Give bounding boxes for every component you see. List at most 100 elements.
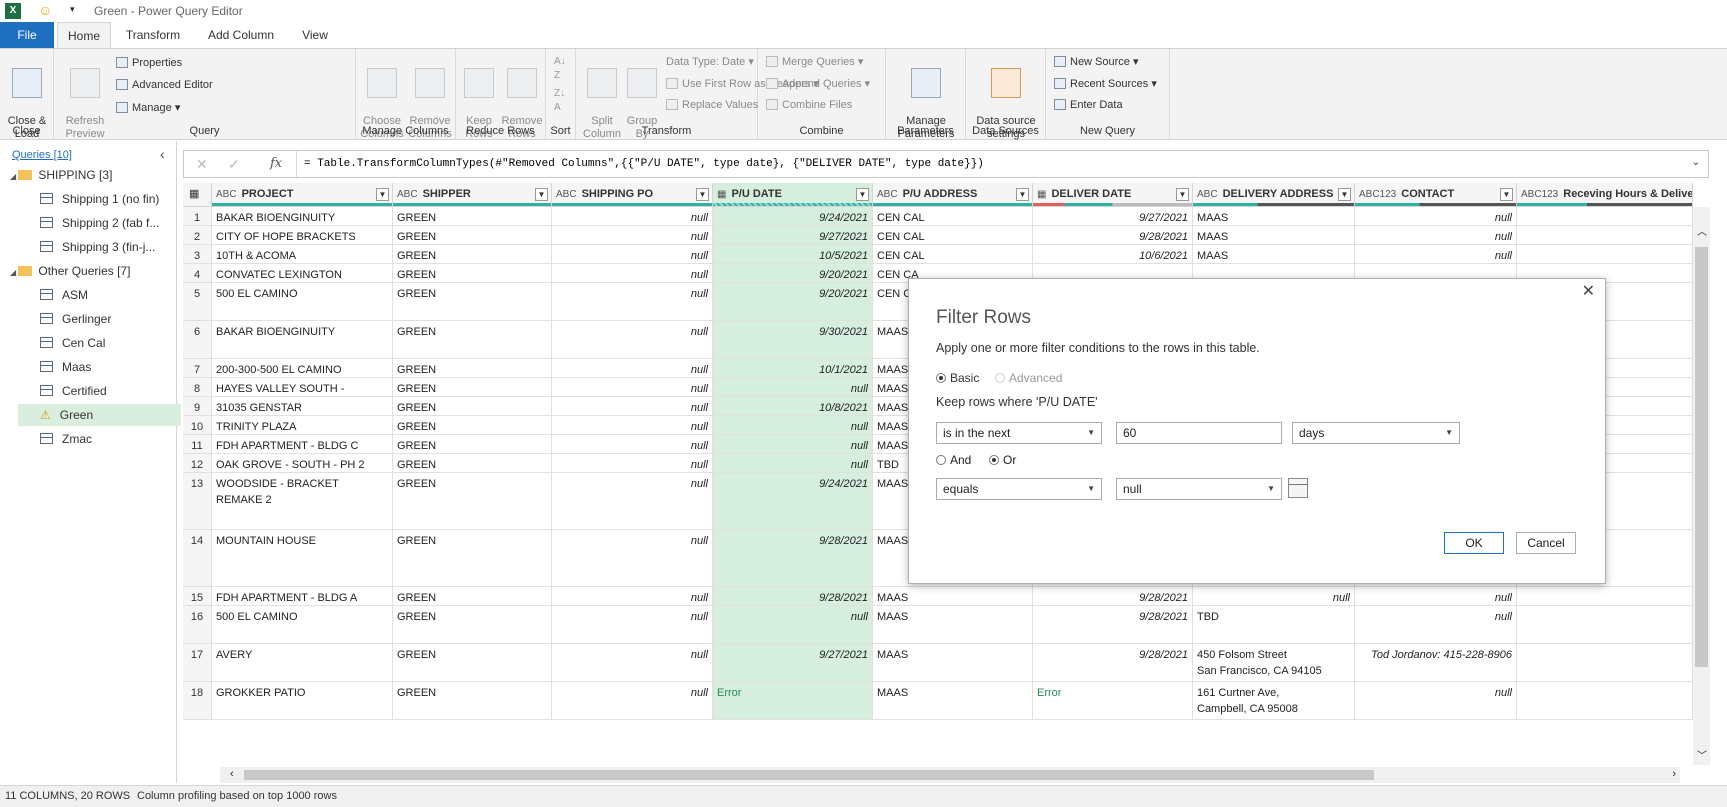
table-cell[interactable]: 9/28/2021 — [713, 587, 873, 606]
text-type-icon[interactable]: ABC — [397, 189, 418, 200]
quick-access-dropdown-icon[interactable]: ▾ — [70, 4, 75, 15]
table-cell[interactable]: GREEN — [393, 473, 552, 530]
row-number[interactable]: 1 — [183, 207, 212, 226]
condition1-unit-dropdown[interactable]: days ▼ — [1292, 422, 1460, 444]
row-number[interactable]: 7 — [183, 359, 212, 378]
table-cell[interactable]: null — [552, 644, 713, 682]
table-cell[interactable]: 10/8/2021 — [713, 397, 873, 416]
table-cell[interactable]: null — [552, 587, 713, 606]
row-number[interactable]: 6 — [183, 321, 212, 359]
table-cell[interactable]: GREEN — [393, 264, 552, 283]
query-item[interactable]: Shipping 3 (fin-j... — [0, 236, 177, 258]
column-header[interactable]: ABC PROJECT ▼ — [212, 183, 393, 207]
scroll-down-icon[interactable]: ﹀ — [1697, 747, 1707, 762]
table-cell[interactable]: null — [1355, 245, 1517, 264]
table-cell[interactable]: MAAS — [873, 587, 1033, 606]
table-cell[interactable]: GREEN — [393, 207, 552, 226]
table-cell[interactable] — [1517, 245, 1693, 264]
table-cell[interactable]: CEN CAL — [873, 207, 1033, 226]
row-number[interactable]: 15 — [183, 587, 212, 606]
text-type-icon[interactable]: ABC — [1197, 189, 1218, 200]
table-cell[interactable]: GREEN — [393, 530, 552, 587]
table-cell[interactable]: MAAS — [1193, 226, 1355, 245]
table-cell[interactable]: null — [1355, 207, 1517, 226]
table-cell[interactable]: 9/28/2021 — [1033, 644, 1193, 682]
table-cell[interactable]: 10/6/2021 — [1033, 245, 1193, 264]
query-item[interactable]: Zmac — [0, 428, 177, 450]
column-filter-dropdown-icon[interactable]: ▼ — [1176, 188, 1189, 201]
row-number[interactable]: 10 — [183, 416, 212, 435]
table-cell[interactable] — [1517, 682, 1693, 720]
table-cell[interactable]: 9/28/2021 — [1033, 587, 1193, 606]
table-cell[interactable]: 161 Curtner Ave, Campbell, CA 95008 — [1193, 682, 1355, 720]
table-cell[interactable]: MAAS — [873, 682, 1033, 720]
confirm-formula-icon[interactable]: ✓ — [228, 156, 240, 173]
merge-queries-button[interactable]: Merge Queries ▾ — [766, 55, 863, 68]
table-cell[interactable]: 9/24/2021 — [713, 473, 873, 530]
advanced-editor-button[interactable]: Advanced Editor — [116, 79, 213, 91]
table-cell[interactable]: GREEN — [393, 245, 552, 264]
table-cell[interactable]: null — [552, 682, 713, 720]
table-cell[interactable]: null — [552, 226, 713, 245]
query-item[interactable]: ⚠ Green — [18, 404, 181, 426]
tab-transform[interactable]: Transform — [116, 22, 190, 48]
table-cell[interactable]: null — [552, 416, 713, 435]
cancel-formula-icon[interactable]: ✕ — [196, 156, 208, 173]
column-filter-dropdown-icon[interactable]: ▼ — [1016, 188, 1029, 201]
column-filter-dropdown-icon[interactable]: ▼ — [535, 188, 548, 201]
and-radio[interactable]: And — [936, 453, 971, 467]
function-fx-icon[interactable]: fx — [270, 156, 282, 171]
mode-basic-radio[interactable]: Basic — [936, 371, 979, 385]
table-cell[interactable]: GREEN — [393, 587, 552, 606]
table-cell[interactable]: 9/28/2021 — [713, 530, 873, 587]
properties-button[interactable]: Properties — [116, 57, 182, 69]
table-cell[interactable]: GREEN — [393, 283, 552, 321]
table-cell[interactable]: 200-300-500 EL CAMINO — [212, 359, 393, 378]
table-cell[interactable]: GREEN — [393, 359, 552, 378]
column-filter-dropdown-icon[interactable]: ▼ — [1338, 188, 1351, 201]
table-cell[interactable]: MAAS — [1193, 207, 1355, 226]
table-cell[interactable]: 31035 GENSTAR — [212, 397, 393, 416]
table-cell[interactable]: null — [552, 321, 713, 359]
table-cell[interactable]: 9/24/2021 — [713, 207, 873, 226]
table-cell[interactable]: BAKAR BIOENGINUITY — [212, 321, 393, 359]
sort-ascending-icon[interactable]: A↓ Z — [554, 55, 566, 83]
horizontal-scrollbar[interactable]: ‹ › — [220, 767, 1680, 783]
new-source-button[interactable]: New Source ▾ — [1054, 55, 1139, 68]
row-number[interactable]: 11 — [183, 435, 212, 454]
table-cell[interactable]: 9/30/2021 — [713, 321, 873, 359]
table-cell[interactable]: WOODSIDE - BRACKET REMAKE 2 — [212, 473, 393, 530]
row-number[interactable]: 18 — [183, 682, 212, 720]
ok-button[interactable]: OK — [1444, 532, 1504, 554]
tab-view[interactable]: View — [290, 22, 340, 48]
table-cell[interactable] — [1517, 207, 1693, 226]
table-cell[interactable]: MOUNTAIN HOUSE — [212, 530, 393, 587]
table-cell[interactable]: 450 Folsom Street San Francisco, CA 9410… — [1193, 644, 1355, 682]
table-menu-icon[interactable]: ▦ — [183, 183, 212, 207]
table-cell[interactable]: 9/28/2021 — [1033, 226, 1193, 245]
close-dialog-icon[interactable]: ✕ — [1582, 281, 1595, 301]
table-cell[interactable]: CEN CAL — [873, 226, 1033, 245]
vertical-scrollbar[interactable]: ︿ ﹀ — [1693, 207, 1710, 765]
enter-data-button[interactable]: Enter Data — [1054, 99, 1123, 111]
date-type-icon[interactable]: ▦ — [717, 189, 726, 200]
text-type-icon[interactable]: ABC — [877, 189, 898, 200]
row-number[interactable]: 14 — [183, 530, 212, 587]
table-cell[interactable]: OAK GROVE - SOUTH - PH 2 — [212, 454, 393, 473]
table-cell[interactable]: BAKAR BIOENGINUITY — [212, 207, 393, 226]
table-cell[interactable] — [1517, 644, 1693, 682]
mode-advanced-radio[interactable]: Advanced — [995, 371, 1062, 385]
table-cell[interactable] — [1517, 587, 1693, 606]
row-number[interactable]: 3 — [183, 245, 212, 264]
table-cell[interactable]: null — [713, 454, 873, 473]
append-queries-button[interactable]: Append Queries ▾ — [766, 77, 870, 90]
tab-file[interactable]: File — [0, 22, 54, 48]
query-item[interactable]: Maas — [0, 356, 177, 378]
table-cell[interactable]: null — [552, 207, 713, 226]
table-cell[interactable]: 9/28/2021 — [1033, 606, 1193, 644]
text-type-icon[interactable]: ABC — [216, 189, 237, 200]
table-cell[interactable]: CEN CAL — [873, 245, 1033, 264]
column-filter-dropdown-icon[interactable]: ▼ — [696, 188, 709, 201]
table-cell[interactable]: 10TH & ACOMA — [212, 245, 393, 264]
condition1-value-input[interactable]: 60 — [1116, 422, 1282, 444]
